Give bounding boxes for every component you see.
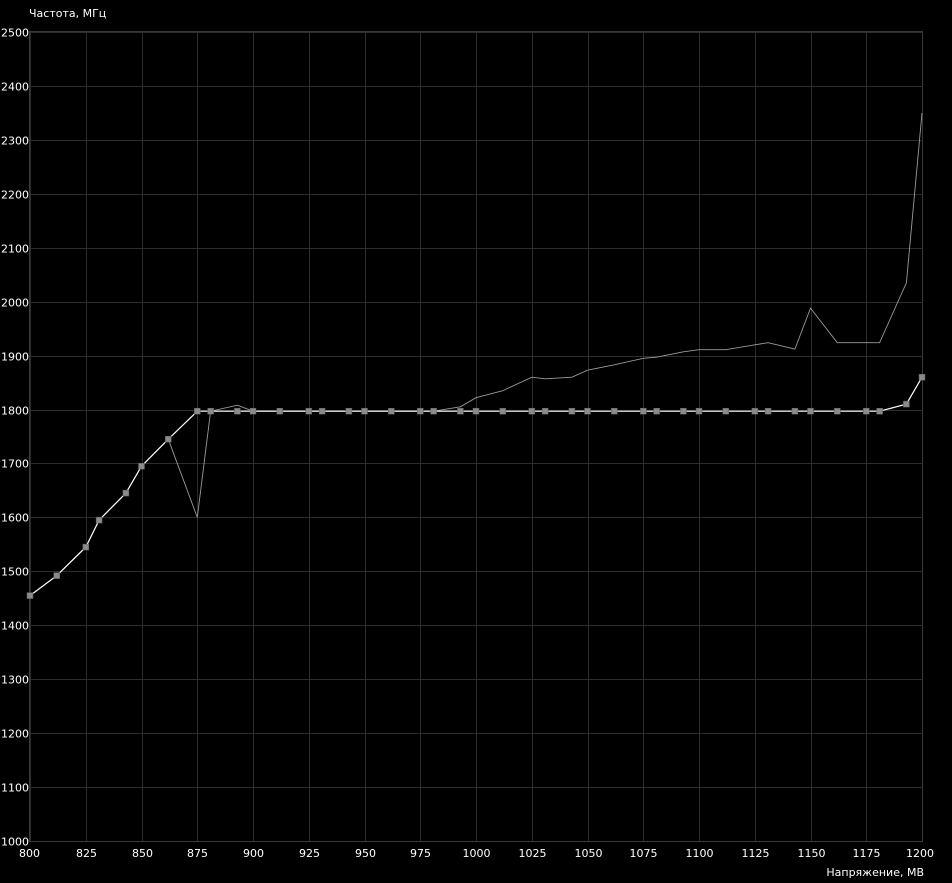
y-tick-label: 2000: [1, 297, 29, 310]
data-point-marker: [95, 516, 103, 524]
x-tick-label: 1125: [742, 847, 770, 860]
frequency-voltage-chart: 800 825 850 875 900 925 950 975 1000 1025 1050 1075…: [1, 7, 934, 879]
x-tick-label: 1050: [575, 847, 603, 860]
data-point-marker: [388, 407, 395, 415]
y-tick-label: 1000: [1, 836, 29, 849]
x-tick-label: 1150: [798, 847, 826, 860]
data-point-marker: [499, 407, 507, 415]
x-tick-label: 800: [19, 847, 40, 860]
data-point-marker: [834, 407, 841, 415]
data-point-marker: [305, 407, 313, 415]
data-point-marker: [584, 407, 591, 415]
y-axis-title: Частота, МГц: [29, 7, 106, 20]
x-tick-label: 1100: [686, 847, 714, 860]
data-point-marker: [53, 572, 61, 579]
y-tick-label: 1900: [1, 351, 29, 364]
data-point-marker: [207, 407, 214, 415]
x-tick-label: 900: [243, 847, 264, 860]
data-point-marker: [361, 407, 368, 415]
data-point-marker: [82, 543, 90, 551]
y-tick-label: 2400: [1, 81, 29, 94]
x-tick-label: 1000: [463, 847, 491, 860]
y-tick-label: 1300: [1, 674, 29, 687]
x-tick-label: 925: [299, 847, 320, 860]
data-point-marker: [791, 407, 799, 415]
data-point-marker: [26, 592, 34, 599]
data-point-marker: [680, 407, 687, 415]
grid: [30, 32, 923, 842]
data-point-marker: [528, 407, 536, 415]
data-point-marker: [345, 407, 353, 415]
y-tick-label: 1100: [1, 782, 29, 795]
x-tick-label: 1200: [906, 847, 934, 860]
data-point-marker: [541, 407, 549, 415]
data-point-marker: [417, 407, 424, 415]
data-point-marker: [611, 407, 618, 415]
data-point-marker: [457, 407, 464, 415]
data-point-marker: [568, 407, 576, 415]
y-tick-label: 1500: [1, 566, 29, 579]
y-tick-label: 2200: [1, 189, 29, 202]
x-tick-label: 1025: [519, 847, 547, 860]
y-tick-label: 2300: [1, 135, 29, 148]
data-point-marker: [276, 407, 284, 415]
data-point-marker: [165, 435, 172, 443]
x-tick-label: 975: [410, 847, 431, 860]
data-point-marker: [918, 373, 926, 381]
data-point-marker: [863, 407, 870, 415]
y-tick-label: 2100: [1, 243, 29, 256]
x-tick-label: 1075: [630, 847, 658, 860]
x-tick-label: 1175: [853, 847, 881, 860]
data-point-marker: [751, 407, 759, 415]
data-point-marker: [722, 407, 730, 415]
data-point-marker: [138, 462, 145, 470]
y-tick-label: 1600: [1, 512, 29, 525]
data-point-marker: [653, 407, 660, 415]
y-tick-label: 1200: [1, 728, 29, 741]
x-tick-label: 950: [355, 847, 376, 860]
data-point-marker: [695, 407, 703, 415]
data-point-marker: [876, 407, 883, 415]
data-point-marker: [472, 407, 480, 415]
y-tick-label: 2500: [1, 27, 29, 40]
x-axis-title: Напряжение, МВ: [826, 866, 924, 879]
data-point-marker: [640, 407, 647, 415]
x-tick-label: 850: [132, 847, 153, 860]
data-point-marker: [903, 400, 910, 408]
data-point-marker: [249, 407, 257, 415]
data-point-marker: [194, 407, 201, 415]
x-tick-label: 825: [76, 847, 97, 860]
data-point-marker: [318, 407, 326, 415]
data-point-marker: [234, 407, 241, 415]
data-point-marker: [430, 407, 437, 415]
data-point-marker: [807, 407, 814, 415]
data-point-marker: [764, 407, 772, 415]
y-tick-label: 1800: [1, 405, 29, 418]
y-tick-label: 1700: [1, 458, 29, 471]
data-point-marker: [122, 489, 130, 497]
x-tick-label: 875: [187, 847, 208, 860]
y-tick-label: 1400: [1, 620, 29, 633]
tick-labels: 800 825 850 875 900 925 950 975 1000 1025 1050 1075…: [1, 27, 934, 861]
